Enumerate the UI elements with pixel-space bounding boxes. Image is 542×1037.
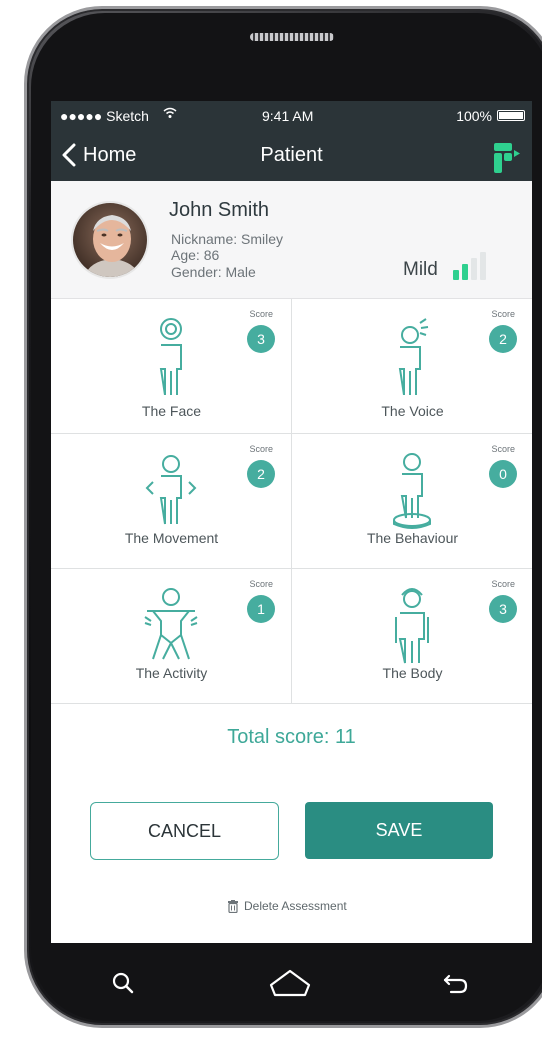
- battery-icon: [497, 110, 525, 121]
- category-cell-activity[interactable]: Score 1 The Activity: [51, 569, 292, 704]
- score-badge: 0: [489, 460, 517, 488]
- score-label: Score: [491, 444, 515, 454]
- wifi-icon: [163, 107, 177, 118]
- category-cell-body[interactable]: Score 3 The Body: [292, 569, 532, 704]
- battery-text: 100%: [456, 108, 492, 124]
- patient-profile-card: John Smith Nickname: Smiley Age: 86 Gend…: [51, 181, 532, 299]
- category-cell-face[interactable]: Score 3 The Face: [51, 299, 292, 434]
- app-logo-icon: [494, 143, 520, 173]
- patient-gender: Gender: Male: [171, 264, 256, 280]
- total-score: Total score: 11: [227, 726, 356, 748]
- category-cell-behaviour[interactable]: Score 0 The Behaviour: [292, 434, 532, 569]
- severity-bar: [480, 252, 486, 280]
- speaker-grille: [250, 33, 334, 41]
- trash-icon: [228, 899, 238, 913]
- page-title: Patient: [260, 144, 323, 166]
- save-button[interactable]: SAVE: [305, 802, 493, 859]
- patient-name: John Smith: [169, 199, 270, 221]
- face-figure-icon: [159, 318, 182, 395]
- score-label: Score: [249, 444, 273, 454]
- score-label: Score: [491, 309, 515, 319]
- severity-signal-icon: [453, 252, 486, 280]
- activity-figure-icon: [144, 588, 198, 660]
- movement-figure-icon: [145, 455, 197, 525]
- score-label: Score: [249, 579, 273, 589]
- back-arrow-icon[interactable]: [443, 972, 469, 994]
- avatar: [71, 201, 149, 279]
- category-label: The Movement: [124, 530, 219, 546]
- score-label: Score: [491, 579, 515, 589]
- voice-figure-icon: [398, 318, 429, 395]
- score-badge: 3: [489, 595, 517, 623]
- category-label: The Face: [141, 403, 202, 419]
- score-label: Score: [249, 309, 273, 319]
- category-label: The Body: [382, 665, 443, 681]
- category-label: The Behaviour: [366, 530, 459, 546]
- carrier-text: ●●●●● Sketch: [60, 108, 149, 124]
- patient-nickname: Nickname: Smiley: [171, 231, 284, 247]
- severity-bar: [453, 270, 459, 280]
- status-bar: ●●●●● Sketch 9:41 AM 100%: [51, 101, 532, 129]
- category-cell-voice[interactable]: Score 2 The Voice: [292, 299, 532, 434]
- cancel-button[interactable]: CANCEL: [90, 802, 279, 860]
- score-badge: 2: [247, 460, 275, 488]
- score-badge: 3: [247, 325, 275, 353]
- app-screen: ●●●●● Sketch 9:41 AM 100% Home Patient J…: [51, 101, 532, 943]
- delete-assessment-link[interactable]: Delete Assessment: [227, 899, 347, 913]
- category-cell-movement[interactable]: Score 2 The Movement: [51, 434, 292, 569]
- category-label: The Voice: [381, 403, 444, 419]
- score-badge: 2: [489, 325, 517, 353]
- severity-bar: [462, 264, 468, 280]
- body-figure-icon: [395, 588, 429, 664]
- patient-age: Age: 86: [171, 247, 220, 263]
- search-icon[interactable]: [111, 971, 135, 995]
- home-icon[interactable]: [268, 968, 312, 998]
- clock-text: 9:41 AM: [262, 108, 314, 124]
- severity-bar: [471, 258, 477, 280]
- severity-label: Mild: [403, 259, 438, 280]
- score-badge: 1: [247, 595, 275, 623]
- navigation-bar: Home Patient: [51, 129, 532, 181]
- delete-label: Delete Assessment: [244, 899, 347, 913]
- behaviour-figure-icon: [393, 453, 431, 529]
- category-label: The Activity: [135, 665, 208, 681]
- assessment-grid: Score 3 The Face Score 2 The Voice Score…: [51, 299, 532, 705]
